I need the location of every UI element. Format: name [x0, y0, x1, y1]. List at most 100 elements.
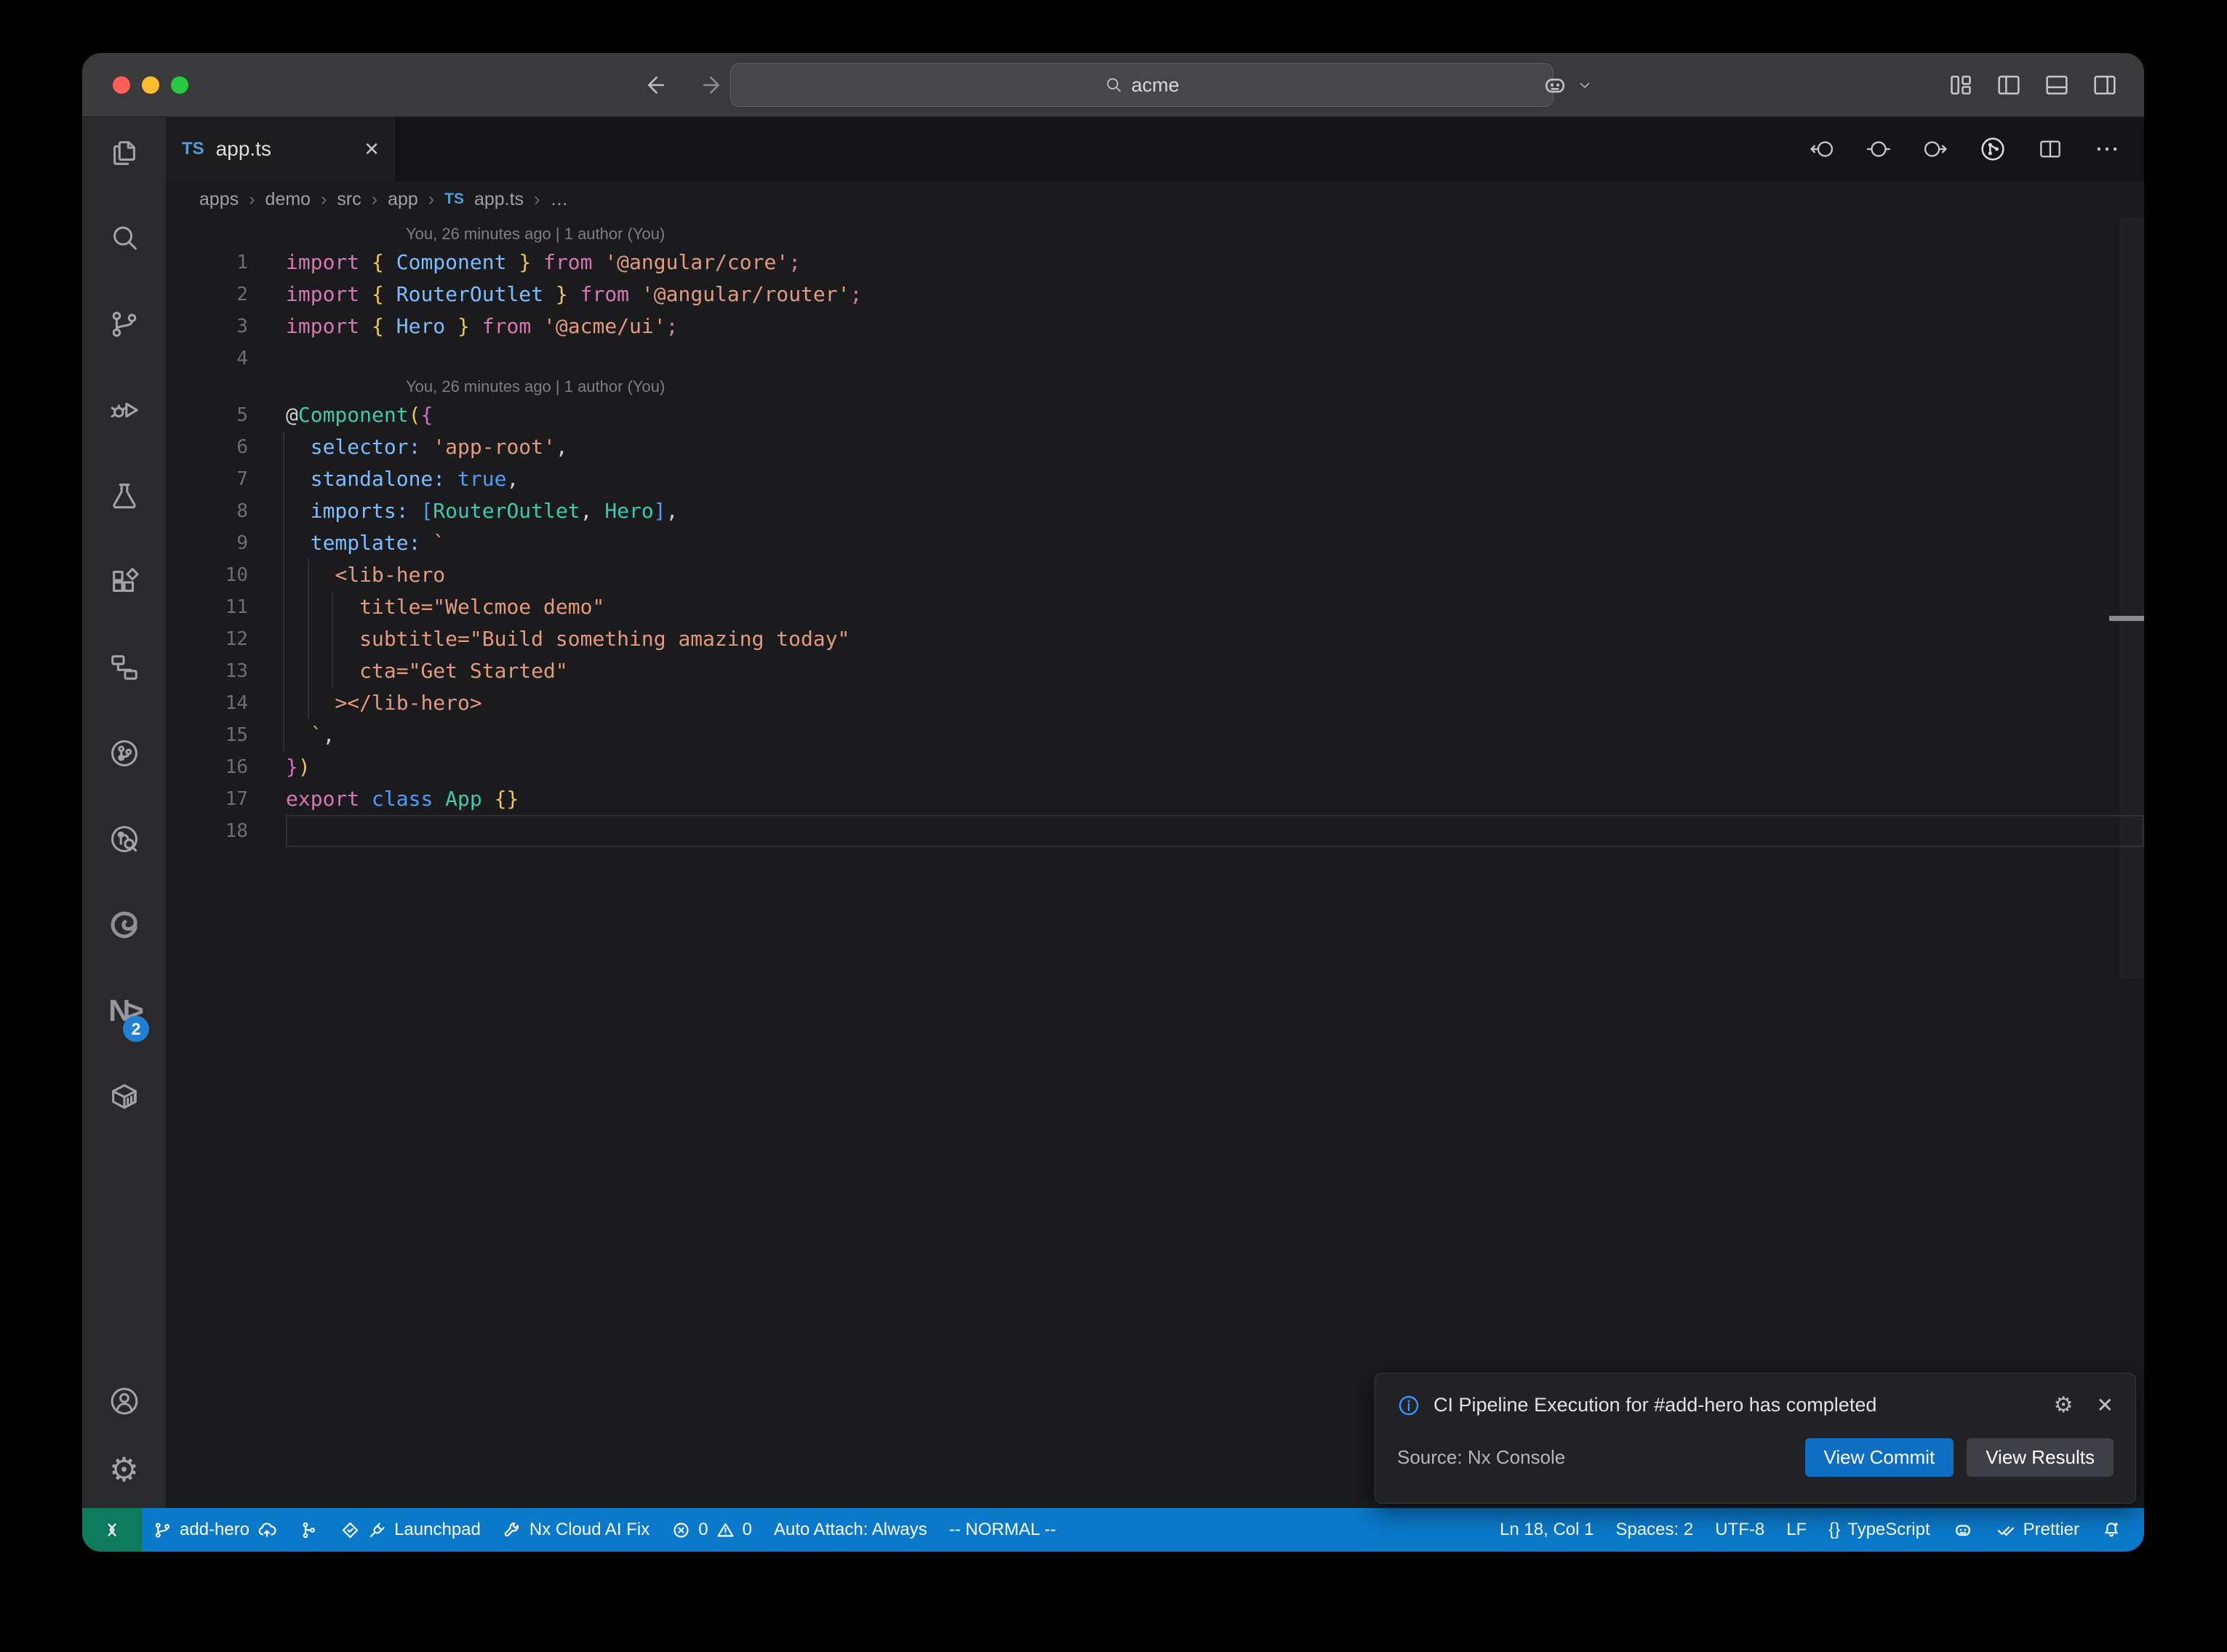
navigate-forward-button[interactable] [700, 53, 727, 116]
chevron-down-icon [1577, 77, 1593, 93]
code-line[interactable]: 9 template: ` [166, 527, 2144, 559]
code-line[interactable]: 18 [166, 815, 2144, 847]
typescript-file-icon: TS [182, 139, 204, 159]
next-revision-icon[interactable] [1922, 135, 1949, 163]
indentation-status[interactable]: Spaces: 2 [1604, 1520, 1704, 1540]
close-notification-icon[interactable]: ✕ [2097, 1393, 2114, 1417]
sidebar-item-gitlens-inspect[interactable] [82, 822, 166, 908]
previous-revision-icon[interactable] [1808, 135, 1836, 163]
window-controls [113, 53, 188, 116]
launchpad-status[interactable]: Launchpad [329, 1520, 492, 1540]
sidebar-item-testing[interactable] [82, 479, 166, 565]
eol-status[interactable]: LF [1775, 1520, 1818, 1540]
chevron-right-icon: › [321, 189, 327, 210]
copilot-menu[interactable] [1540, 53, 1593, 116]
container-icon [108, 1080, 141, 1113]
breadcrumb-item[interactable]: demo [265, 189, 311, 210]
customize-layout-icon[interactable] [1946, 71, 1975, 100]
nx-cloud-fix-status[interactable]: Nx Cloud AI Fix [492, 1520, 660, 1540]
code-line[interactable]: 10 <lib-hero [166, 559, 2144, 591]
git-compare-status[interactable] [288, 1520, 329, 1540]
commit-graph-icon[interactable] [1978, 135, 2007, 164]
code-line[interactable]: 16}) [166, 751, 2144, 783]
breadcrumb-item[interactable]: … [550, 189, 568, 210]
problems-status[interactable]: 0 0 [660, 1520, 763, 1540]
formatter-status[interactable]: Prettier [1985, 1520, 2090, 1540]
code-line[interactable]: 5@Component({ [166, 399, 2144, 431]
account-icon [108, 1384, 141, 1418]
navigate-back-button[interactable] [641, 53, 667, 116]
sidebar-item-gitlens[interactable] [82, 737, 166, 822]
code-line[interactable]: 6 selector: 'app-root', [166, 431, 2144, 463]
zoom-window-button[interactable] [171, 76, 188, 94]
code-line[interactable]: 17export class App {} [166, 783, 2144, 815]
code-line[interactable]: 7 standalone: true, [166, 463, 2144, 495]
files-icon [108, 136, 141, 169]
more-actions-icon[interactable] [2093, 135, 2121, 163]
toggle-primary-sidebar-icon[interactable] [1994, 71, 2023, 100]
chevron-right-icon: › [372, 189, 377, 210]
sidebar-item-edge-browser[interactable] [82, 908, 166, 994]
code-line[interactable]: 3import { Hero } from '@acme/ui'; [166, 310, 2144, 342]
error-count: 0 [698, 1520, 708, 1540]
code-editor[interactable]: You, 26 minutes ago | 1 author (You)1imp… [166, 217, 2144, 1508]
settings-button[interactable]: ⚙ [109, 1453, 139, 1486]
view-results-button[interactable]: View Results [1967, 1438, 2114, 1477]
scrollbar[interactable] [2119, 217, 2144, 978]
typescript-file-icon: TS [444, 191, 464, 208]
sidebar-item-project-structure[interactable] [82, 651, 166, 737]
toggle-panel-icon[interactable] [2042, 71, 2071, 100]
tab-app-ts[interactable]: TS app.ts ✕ [166, 117, 396, 181]
chevron-right-icon: › [428, 189, 434, 210]
double-check-icon [1996, 1520, 2016, 1540]
sidebar-item-run-debug[interactable] [82, 393, 166, 479]
sidebar-item-nx-console[interactable]: N> 2 [82, 994, 166, 1080]
code-line[interactable]: 4 [166, 342, 2144, 374]
activity-bar: N> 2 ⚙ [82, 117, 166, 1508]
command-center-search[interactable]: acme [730, 63, 1554, 107]
auto-attach-status[interactable]: Auto Attach: Always [763, 1520, 938, 1540]
close-window-button[interactable] [113, 76, 130, 94]
blame-annotation[interactable]: You, 26 minutes ago | 1 author (You) [166, 374, 2144, 399]
bell-icon [2101, 1520, 2122, 1540]
notifications-status[interactable] [2090, 1520, 2132, 1540]
toggle-secondary-sidebar-icon[interactable] [2090, 71, 2119, 100]
layout-controls [1946, 53, 2119, 116]
code-line[interactable]: 14 ></lib-hero> [166, 687, 2144, 719]
breadcrumb-item[interactable]: app [388, 189, 418, 210]
code-line[interactable]: 15 `, [166, 719, 2144, 751]
code-line[interactable]: 13 cta="Get Started" [166, 655, 2144, 687]
code-line[interactable]: 12 subtitle="Build something amazing tod… [166, 623, 2144, 655]
blame-annotation[interactable]: You, 26 minutes ago | 1 author (You) [166, 222, 2144, 246]
accounts-button[interactable] [108, 1384, 141, 1418]
breadcrumb-item[interactable]: app.ts [474, 189, 524, 210]
close-tab-icon[interactable]: ✕ [364, 138, 380, 161]
split-editor-icon[interactable] [2036, 135, 2064, 163]
cursor-position-status[interactable]: Ln 18, Col 1 [1489, 1520, 1604, 1540]
notification-settings-icon[interactable]: ⚙ [2054, 1392, 2074, 1418]
code-line[interactable]: 8 imports: [RouterOutlet, Hero], [166, 495, 2144, 527]
minimize-window-button[interactable] [142, 76, 159, 94]
language-mode-status[interactable]: {} TypeScript [1818, 1520, 1940, 1540]
sidebar-item-explorer[interactable] [82, 136, 166, 222]
notification-toast: CI Pipeline Execution for #add-hero has … [1375, 1373, 2136, 1504]
sidebar-item-source-control[interactable] [82, 308, 166, 393]
branch-name: add-hero [180, 1520, 249, 1540]
search-icon [108, 222, 141, 255]
code-line[interactable]: 1import { Component } from '@angular/cor… [166, 246, 2144, 278]
remote-indicator[interactable] [82, 1508, 142, 1552]
copilot-status[interactable] [1941, 1519, 1985, 1541]
sidebar-item-extensions[interactable] [82, 565, 166, 651]
breadcrumb-item[interactable]: src [337, 189, 361, 210]
encoding-status[interactable]: UTF-8 [1704, 1520, 1775, 1540]
breadcrumb-item[interactable]: apps [199, 189, 239, 210]
sidebar-item-containers[interactable] [82, 1080, 166, 1166]
sidebar-item-search[interactable] [82, 222, 166, 308]
tag-check-icon [340, 1520, 360, 1540]
code-line[interactable]: 2import { RouterOutlet } from '@angular/… [166, 278, 2144, 310]
git-branch-status[interactable]: add-hero [142, 1520, 288, 1540]
revision-marker-icon[interactable] [1865, 135, 1892, 163]
code-line[interactable]: 11 title="Welcmoe demo" [166, 591, 2144, 623]
view-commit-button[interactable]: View Commit [1805, 1438, 1954, 1477]
vim-mode-status[interactable]: -- NORMAL -- [938, 1520, 1067, 1540]
